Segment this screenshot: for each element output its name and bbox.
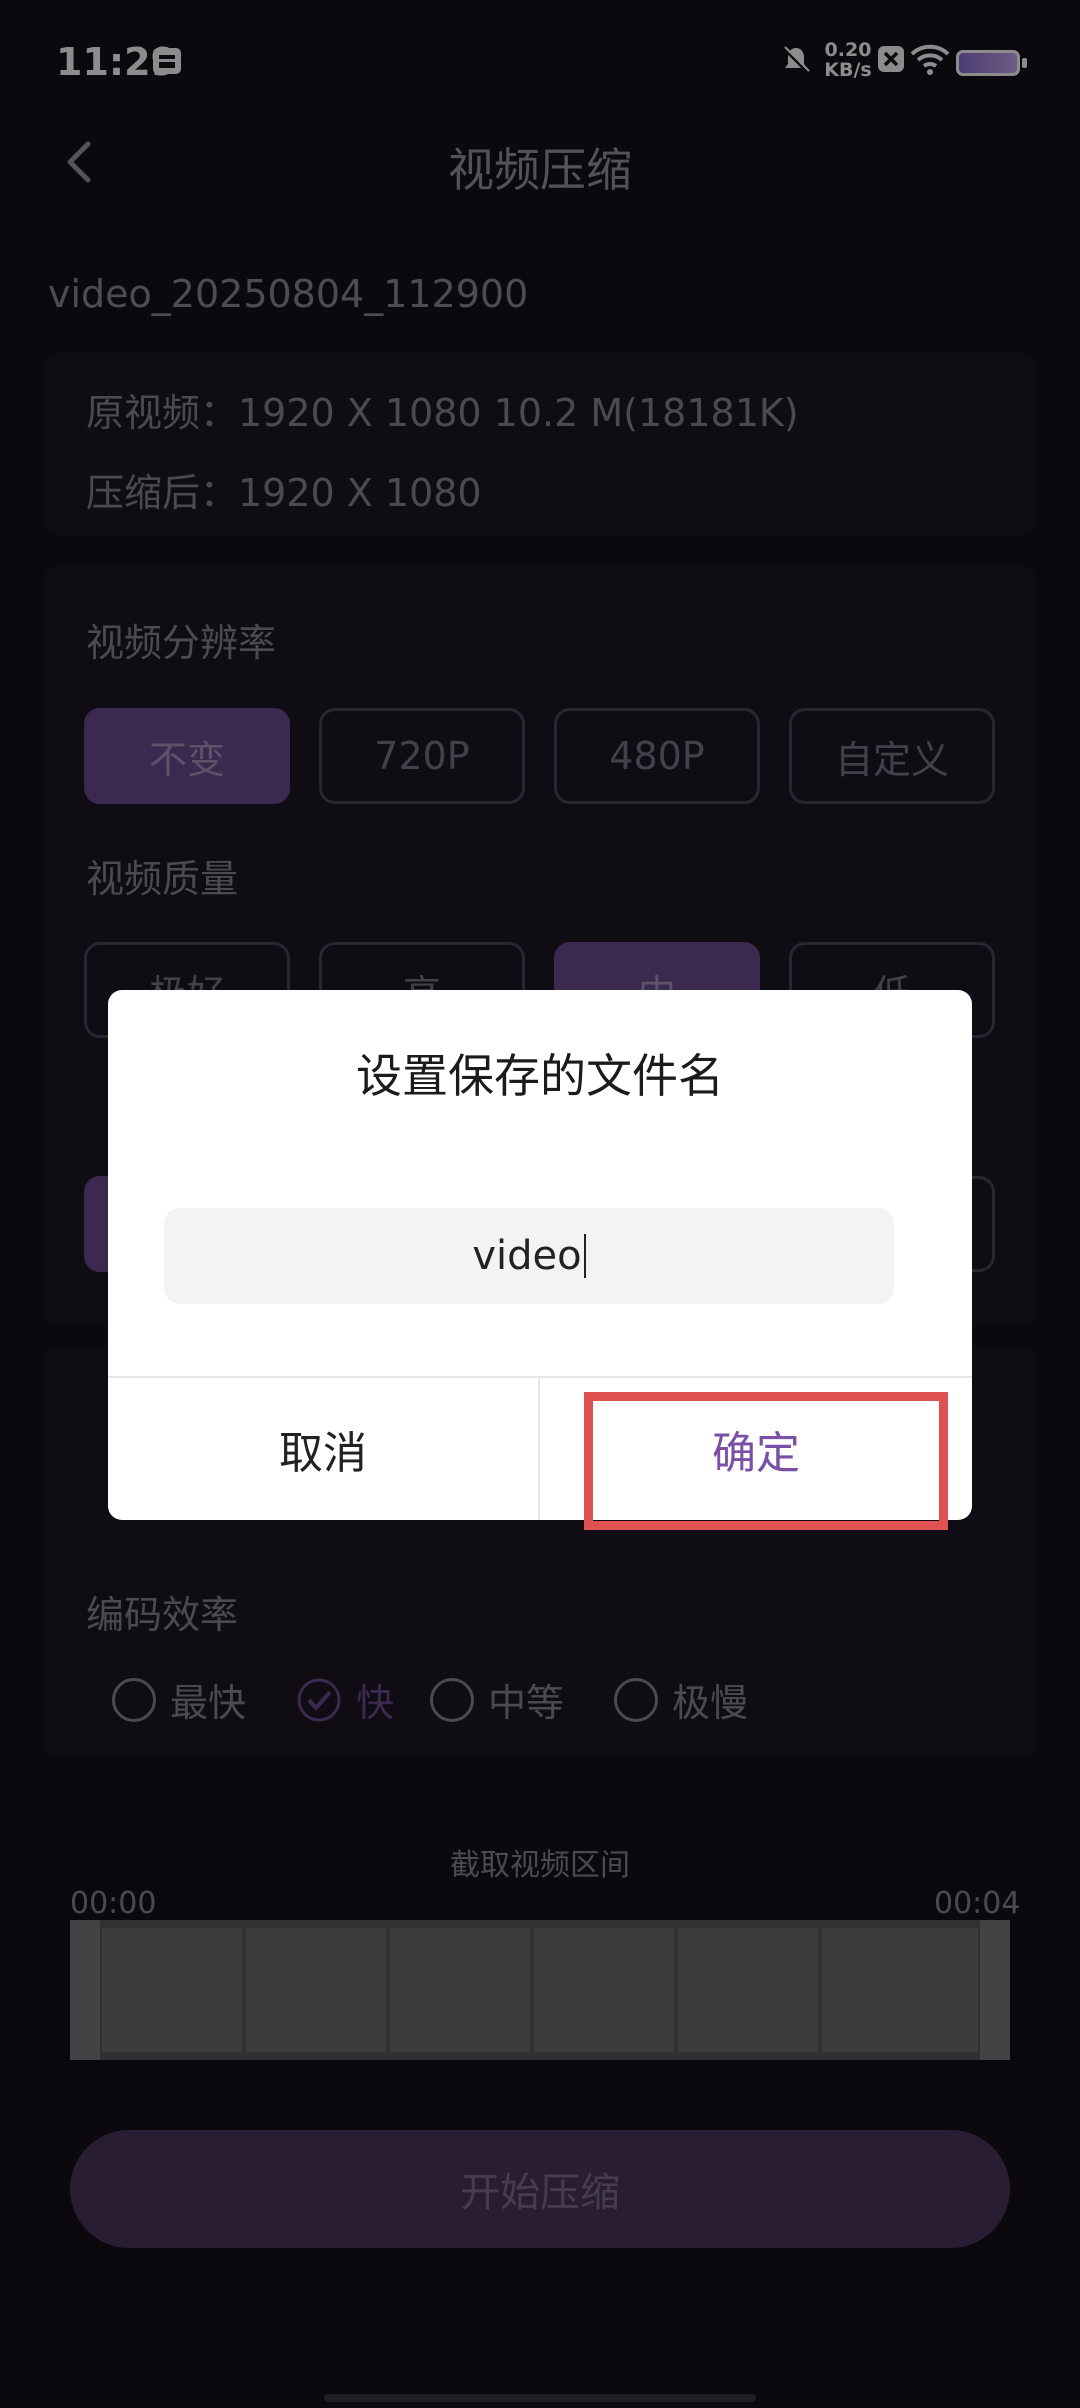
confirm-button-highlight <box>584 1392 948 1530</box>
cancel-button[interactable]: 取消 <box>108 1378 538 1520</box>
dialog-title: 设置保存的文件名 <box>356 1049 724 1103</box>
filename-input[interactable]: video <box>164 1208 894 1304</box>
filename-input-value: video <box>472 1233 582 1279</box>
text-caret <box>583 1234 586 1278</box>
